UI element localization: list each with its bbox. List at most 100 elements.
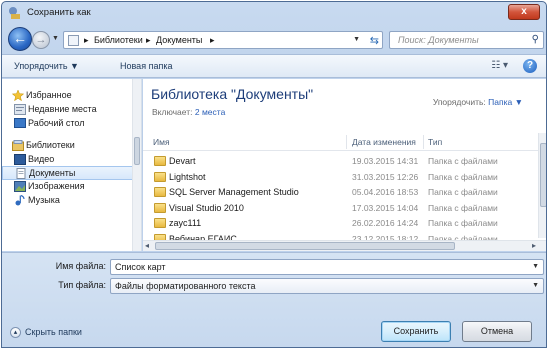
search-box[interactable]: Поиск: Документы ⚲	[389, 31, 544, 49]
breadcrumb-separator: ▸	[210, 35, 215, 45]
forward-button[interactable]: →	[32, 31, 50, 49]
new-folder-button[interactable]: Новая папка	[120, 61, 172, 71]
desktop-icon	[14, 118, 26, 128]
folder-icon	[154, 171, 166, 182]
horizontal-scroll-thumb[interactable]	[155, 242, 455, 250]
breadcrumb-libraries[interactable]: Библиотеки	[94, 35, 143, 45]
column-date[interactable]: Дата изменения	[352, 137, 416, 147]
nav-item-label: Видео	[28, 154, 55, 164]
navigation-pane: Избранное Недавние места Рабочий стол Би…	[2, 79, 142, 251]
filetype-label: Тип файла:	[58, 280, 106, 290]
file-name: Devart	[169, 156, 196, 166]
back-button[interactable]: ←	[8, 27, 32, 51]
file-date: 19.03.2015 14:31	[352, 156, 419, 166]
nav-libraries[interactable]: Библиотеки	[2, 139, 134, 153]
chevron-up-icon: ▴	[10, 327, 21, 339]
search-input[interactable]: Поиск: Документы	[398, 35, 479, 45]
address-dropdown-icon[interactable]: ▼	[353, 36, 360, 43]
table-row[interactable]: zayc111 26.02.2016 14:24 Папка с файлами	[143, 217, 538, 230]
nav-item-label: Рабочий стол	[28, 118, 85, 128]
file-type: Папка с файлами	[428, 156, 498, 166]
address-bar[interactable]: ▸ Библиотеки ▸ Документы ▸ ▼ ⇆	[63, 31, 383, 49]
file-type: Папка с файлами	[428, 187, 498, 197]
arrange-label: Упорядочить:	[432, 97, 486, 107]
libraries-icon	[12, 140, 24, 151]
library-icon	[68, 35, 79, 46]
scroll-right-icon[interactable]: ▸	[532, 241, 536, 250]
nav-item-label: Музыка	[28, 195, 60, 205]
folder-icon	[154, 187, 166, 197]
filetype-value: Файлы форматированного текста	[115, 281, 256, 291]
file-date: 05.04.2016 18:53	[352, 187, 419, 197]
folder-icon	[154, 202, 166, 213]
file-type: Папка с файлами	[428, 202, 498, 213]
chevron-down-icon[interactable]: ▼	[532, 282, 539, 289]
table-row[interactable]: Lightshot 31.03.2015 12:26 Папка с файлами	[143, 171, 538, 184]
save-button[interactable]: Сохранить	[381, 321, 451, 342]
file-type: Папка с файлами	[428, 218, 498, 228]
breadcrumb-separator: ▸	[146, 35, 151, 45]
nav-documents[interactable]: Документы	[2, 166, 134, 180]
library-includes: Включает: 2 места	[152, 107, 225, 117]
table-row[interactable]: Devart 19.03.2015 14:31 Папка с файлами	[143, 155, 538, 168]
filename-field[interactable]: Список карт ▼	[110, 259, 544, 275]
list-scroll-thumb[interactable]	[540, 143, 546, 207]
file-date: 26.02.2016 14:24	[352, 218, 419, 228]
includes-locations-link[interactable]: 2 места	[195, 107, 225, 117]
nav-recent-places[interactable]: Недавние места	[2, 103, 134, 117]
column-divider[interactable]	[346, 135, 347, 149]
search-icon[interactable]: ⚲	[532, 34, 539, 45]
filename-input[interactable]: Список карт	[115, 262, 166, 272]
list-vertical-scrollbar[interactable]	[538, 133, 546, 238]
table-row[interactable]: SQL Server Management Studio 05.04.2016 1…	[143, 186, 538, 199]
nav-music[interactable]: Музыка	[2, 194, 134, 208]
column-divider[interactable]	[423, 135, 424, 149]
nav-favorites[interactable]: Избранное	[2, 89, 134, 103]
filetype-select[interactable]: Файлы форматированного текста ▼	[110, 278, 544, 294]
library-title: Библиотека "Документы"	[151, 86, 314, 102]
help-icon[interactable]: ?	[523, 59, 537, 73]
arrange-dropdown[interactable]: Папка ▼	[488, 97, 523, 107]
save-form: Имя файла: Список карт ▼ Тип файла: Файл…	[2, 252, 546, 347]
documents-icon	[16, 168, 26, 179]
nav-item-label: Изображения	[28, 181, 85, 191]
nav-desktop[interactable]: Рабочий стол	[2, 117, 134, 131]
window-title: Сохранить как	[27, 7, 91, 18]
refresh-icon[interactable]: ⇆	[370, 34, 379, 47]
recent-places-icon	[14, 104, 26, 115]
scroll-left-icon[interactable]: ◂	[145, 241, 149, 250]
history-dropdown-icon[interactable]: ▼	[52, 35, 59, 42]
file-name: Lightshot	[169, 171, 206, 182]
close-button[interactable]: x	[508, 4, 540, 20]
horizontal-scrollbar[interactable]: ◂ ▸	[143, 240, 546, 251]
nav-item-label: Документы	[29, 168, 76, 178]
table-row[interactable]: Visual Studio 2010 17.03.2015 14:04 Папка …	[143, 202, 538, 215]
column-type[interactable]: Тип	[428, 137, 442, 147]
pictures-icon	[14, 181, 26, 192]
breadcrumb-documents[interactable]: Документы	[156, 35, 202, 45]
nav-pictures[interactable]: Изображения	[2, 180, 134, 194]
cancel-button[interactable]: Отмена	[462, 321, 532, 342]
arrange-by: Упорядочить: Папка ▼	[433, 97, 523, 107]
nav-item-label: Недавние места	[28, 104, 97, 114]
includes-label: Включает:	[152, 107, 193, 117]
nav-scrollbar[interactable]	[132, 79, 141, 251]
view-options-icon[interactable]: ☷ ▾	[491, 60, 508, 71]
column-header: Имя Дата изменения Тип	[143, 133, 538, 151]
star-icon	[12, 90, 24, 101]
nav-scroll-thumb[interactable]	[134, 137, 140, 165]
folder-icon	[154, 218, 166, 228]
music-icon	[15, 195, 25, 206]
save-as-dialog: Сохранить как x ← → ▼ ▸ Библиотеки ▸ Док…	[1, 1, 547, 348]
filename-label: Имя файла:	[55, 261, 106, 271]
file-date: 31.03.2015 12:26	[352, 171, 419, 182]
file-name: SQL Server Management Studio	[169, 187, 299, 197]
column-name[interactable]: Имя	[153, 137, 170, 147]
nav-item-label: Избранное	[26, 90, 72, 100]
nav-item-label: Библиотеки	[26, 140, 75, 150]
video-icon	[14, 154, 26, 165]
hide-folders-button[interactable]: ▴ Скрыть папки	[10, 327, 82, 339]
chevron-down-icon[interactable]: ▼	[532, 263, 539, 270]
organize-button[interactable]: Упорядочить ▼	[14, 61, 79, 71]
nav-video[interactable]: Видео	[2, 153, 134, 167]
